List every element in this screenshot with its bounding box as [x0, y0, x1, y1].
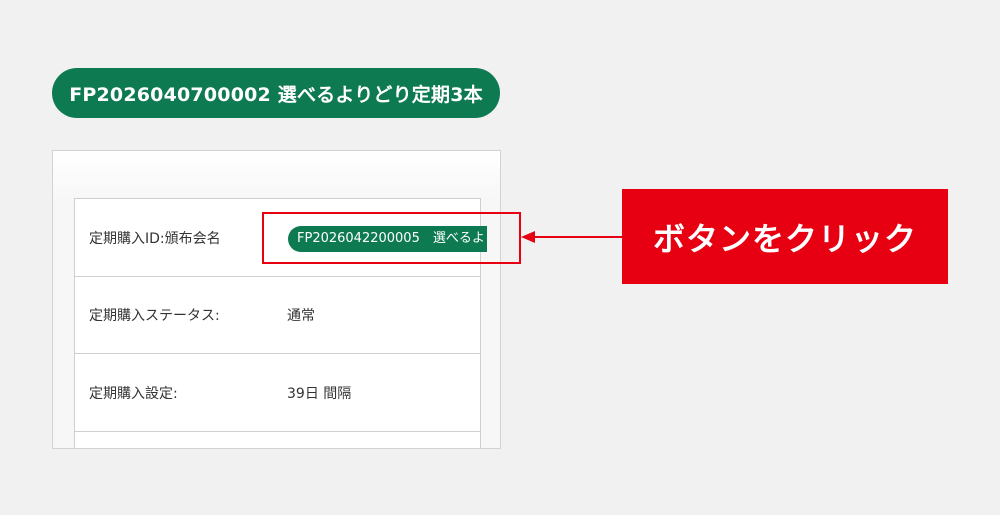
- subscription-header-pill: FP2026040700002 選べるよりどり定期3本: [52, 68, 500, 118]
- row-label: 定期購入設定:: [89, 385, 178, 402]
- row-label: 定期購入ステータス:: [89, 308, 220, 324]
- row-value: 通常: [287, 308, 315, 324]
- panel-header-shade: [53, 151, 500, 199]
- callout-text: ボタンをクリック: [652, 219, 917, 258]
- row-value: 39日 間隔: [287, 385, 352, 402]
- callout-click-button: ボタンをクリック: [622, 189, 948, 284]
- table-row-subscription-status: 定期購入ステータス: 通常: [75, 277, 480, 354]
- row-label: 定期購入ID:頒布会名: [89, 230, 221, 247]
- arrow-left-icon: [521, 231, 623, 243]
- table-row-partial: [75, 432, 480, 448]
- table-row-subscription-setting: 定期購入設定: 39日 間隔: [75, 354, 480, 432]
- highlight-box: [262, 212, 521, 264]
- subscription-header-text: FP2026040700002 選べるよりどり定期3本: [69, 83, 483, 106]
- subscription-panel: 定期購入ID:頒布会名 FP2026042200005 選べるよ 定期購入ステー…: [52, 150, 501, 449]
